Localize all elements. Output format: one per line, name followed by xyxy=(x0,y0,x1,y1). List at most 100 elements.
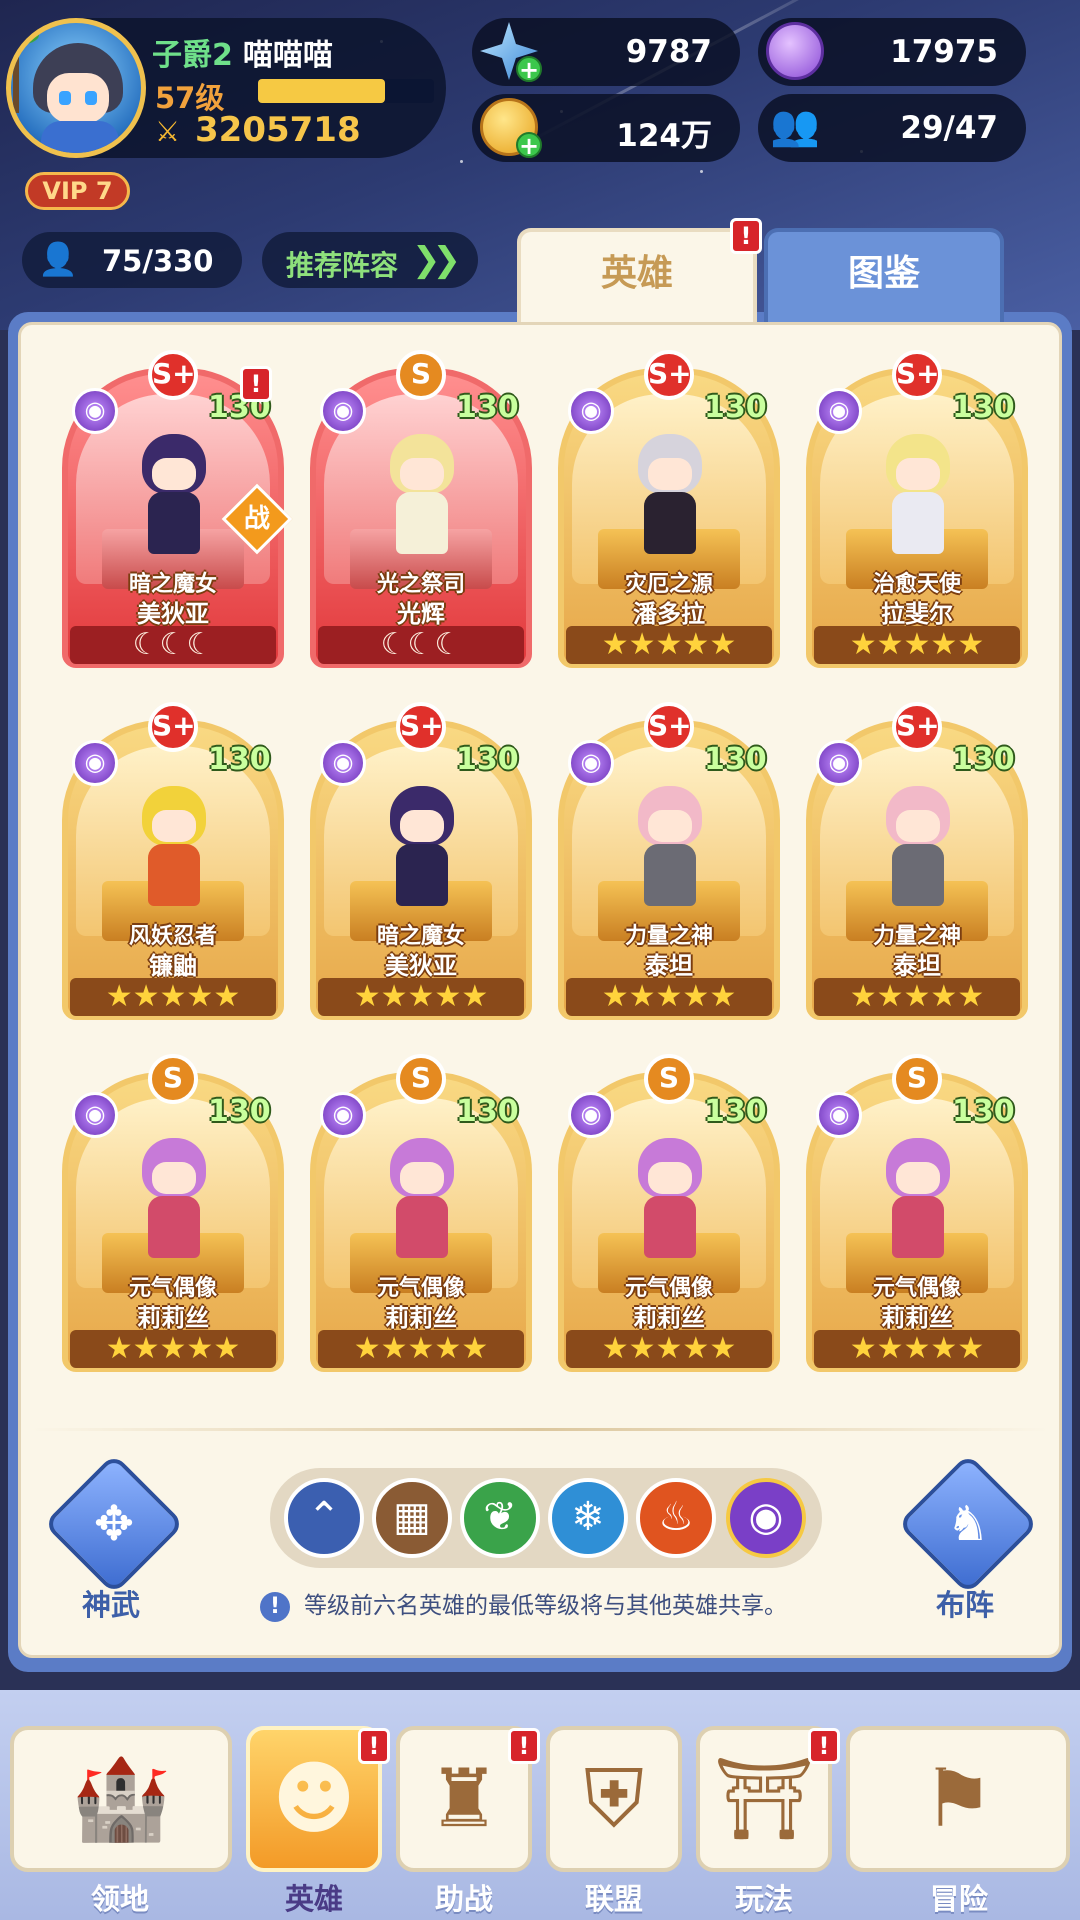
hero-name: 光辉 xyxy=(397,600,445,628)
filter-grid-icon[interactable]: ▦ xyxy=(372,1478,452,1558)
eye-faction-icon: ◉ xyxy=(816,740,862,786)
hero-card[interactable]: S+ ◉ 130 风妖忍者 镰鼬 ★★★★★ xyxy=(62,696,284,1026)
eye-faction-icon: ◉ xyxy=(816,388,862,434)
nav-assist-label: 助战 xyxy=(435,1882,494,1916)
nav-adventure-label: 冒险 xyxy=(930,1882,989,1916)
eye-faction-icon: ◉ xyxy=(568,740,614,786)
tab-codex[interactable]: 图鉴 xyxy=(764,228,1004,328)
hero-grade-badge: S+ xyxy=(148,350,198,400)
chess-knight-icon: ♞ xyxy=(946,1496,990,1552)
recommend-lineup-button[interactable]: 推荐阵容 ❯❯ xyxy=(262,232,478,288)
hero-card[interactable]: S ◉ 130 光之祭司 光辉 ☾☾☾ xyxy=(310,344,532,674)
friends-value: 29/47 xyxy=(900,110,998,146)
filter-all-icon[interactable]: ⌃ xyxy=(284,1478,364,1558)
eye-faction-icon: ◉ xyxy=(72,388,118,434)
orbs-counter[interactable]: 17975 xyxy=(758,18,1026,86)
hero-card[interactable]: S ◉ 130 元气偶像 莉莉丝 ★★★★★ xyxy=(310,1048,532,1378)
hero-stars: ★★★★★ xyxy=(814,1330,1020,1368)
banner-shield-icon: ⛨ xyxy=(584,1752,644,1845)
hero-card[interactable]: S+ ◉ 130 力量之神 泰坦 ★★★★★ xyxy=(806,696,1028,1026)
hero-grade-badge: S xyxy=(396,1054,446,1104)
crossed-swords-icon: ⚔ xyxy=(155,115,181,148)
hero-portrait xyxy=(134,434,214,554)
hero-name: 泰坦 xyxy=(893,952,941,980)
player-avatar[interactable] xyxy=(6,18,146,158)
hero-card[interactable]: S+ ◉ 130 治愈天使 拉斐尔 ★★★★★ xyxy=(806,344,1028,674)
vip-badge[interactable]: VIP 7 xyxy=(25,172,130,210)
eye-faction-icon: ◉ xyxy=(320,1092,366,1138)
notice-text: 等级前六名英雄的最低等级将与其他英雄共享。 xyxy=(304,1593,787,1619)
hero-stars: ☾☾☾ xyxy=(318,626,524,664)
hero-portrait xyxy=(878,1138,958,1258)
hero-name: 潘多拉 xyxy=(633,600,705,628)
filter-nature-icon[interactable]: ❦ xyxy=(460,1478,540,1558)
hero-name: 泰坦 xyxy=(645,952,693,980)
hero-name: 莉莉丝 xyxy=(881,1304,953,1332)
hero-card[interactable]: S+ ◉ 130 暗之魔女 美狄亚 ★★★★★ xyxy=(310,696,532,1026)
nav-alliance-label: 联盟 xyxy=(585,1882,644,1916)
hero-stars: ★★★★★ xyxy=(566,978,772,1016)
hero-portrait xyxy=(630,786,710,906)
eye-faction-icon: ◉ xyxy=(72,1092,118,1138)
hero-grade-badge: S+ xyxy=(148,702,198,752)
gold-counter[interactable]: + 124万 xyxy=(472,94,740,162)
filter-fire-icon[interactable]: ♨ xyxy=(636,1478,716,1558)
tab-alert-icon: ! xyxy=(730,218,762,254)
hero-count-pill[interactable]: 👤 75/330 xyxy=(22,232,242,288)
hero-level: 130 xyxy=(952,742,1015,777)
winged-shield-icon: ✥ xyxy=(93,1496,135,1552)
person-icon: 👤 xyxy=(38,240,78,278)
filter-ice-icon[interactable]: ❄ xyxy=(548,1478,628,1558)
add-gold-icon[interactable]: + xyxy=(516,132,542,158)
tab-heroes[interactable]: 英雄 xyxy=(517,228,757,328)
hero-name: 莉莉丝 xyxy=(633,1304,705,1332)
formation-label: 布阵 xyxy=(936,1588,995,1622)
hero-card[interactable]: S+ ◉ 130 暗之魔女 美狄亚 ☾☾☾! 战 xyxy=(62,344,293,674)
nav-heroes-label: 英雄 xyxy=(285,1882,344,1916)
nav-territory[interactable]: 🏰 xyxy=(10,1726,232,1872)
gems-counter[interactable]: + 9787 xyxy=(472,18,740,86)
castle-icon: 🏰 xyxy=(71,1752,171,1845)
hero-card[interactable]: S ◉ 130 元气偶像 莉莉丝 ★★★★★ xyxy=(806,1048,1028,1378)
hero-portrait xyxy=(382,434,462,554)
hero-grade-badge: S+ xyxy=(644,350,694,400)
hero-level: 130 xyxy=(208,742,271,777)
nav-assist-alert-icon: ! xyxy=(508,1728,540,1764)
hero-portrait xyxy=(134,786,214,906)
hero-grade-badge: S+ xyxy=(644,702,694,752)
hero-portrait xyxy=(382,1138,462,1258)
hero-level: 130 xyxy=(952,1094,1015,1129)
hero-card[interactable]: S+ ◉ 130 灾厄之源 潘多拉 ★★★★★ xyxy=(558,344,780,674)
orbs-value: 17975 xyxy=(890,34,998,70)
hero-level: 130 xyxy=(456,390,519,425)
friends-counter[interactable]: 👥 29/47 xyxy=(758,94,1026,162)
hero-level: 130 xyxy=(704,742,767,777)
exp-bar xyxy=(258,79,434,103)
hero-level: 130 xyxy=(704,390,767,425)
hero-level: 130 xyxy=(952,390,1015,425)
hero-name: 美狄亚 xyxy=(385,952,457,980)
nav-adventure[interactable]: ⚑ xyxy=(846,1726,1070,1872)
hero-card[interactable]: S ◉ 130 元气偶像 莉莉丝 ★★★★★ xyxy=(62,1048,284,1378)
nav-alliance[interactable]: ⛨ xyxy=(546,1726,682,1872)
hero-portrait xyxy=(630,434,710,554)
hero-grade-badge: S xyxy=(396,350,446,400)
player-title: 子爵2 xyxy=(152,38,233,73)
add-gems-icon[interactable]: + xyxy=(516,56,542,82)
hero-name: 拉斐尔 xyxy=(881,600,953,628)
exp-bar-fill xyxy=(258,79,385,103)
nav-territory-label: 领地 xyxy=(91,1882,150,1916)
hero-grade-badge: S+ xyxy=(892,350,942,400)
hero-card[interactable]: S ◉ 130 元气偶像 莉莉丝 ★★★★★ xyxy=(558,1048,780,1378)
hero-stars: ☾☾☾ xyxy=(70,626,276,664)
hero-portrait xyxy=(134,1138,214,1258)
hero-card[interactable]: S+ ◉ 130 力量之神 泰坦 ★★★★★ xyxy=(558,696,780,1026)
eye-faction-icon: ◉ xyxy=(72,740,118,786)
eye-faction-icon: ◉ xyxy=(568,1092,614,1138)
hero-name: 莉莉丝 xyxy=(385,1304,457,1332)
star xyxy=(460,160,463,163)
hero-stars: ★★★★★ xyxy=(70,978,276,1016)
info-icon: ! xyxy=(260,1592,290,1622)
filter-dark-icon[interactable]: ◉ xyxy=(726,1478,806,1558)
hero-count: 75/330 xyxy=(102,244,214,278)
